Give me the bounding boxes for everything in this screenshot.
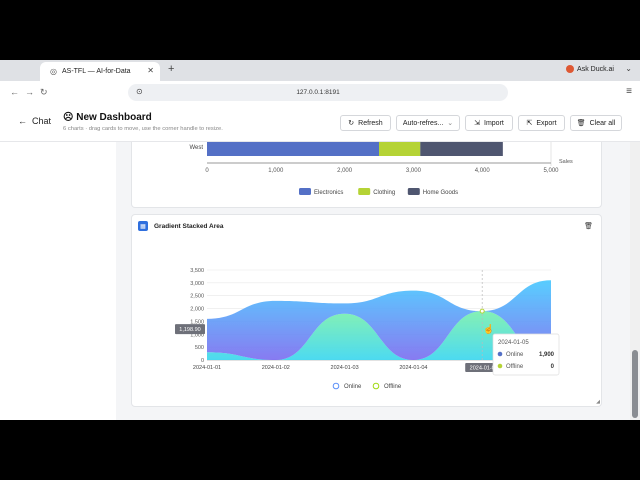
address-bar-row: ← → ↻ ⊙ 127.0.0.1:8191 ≡: [0, 81, 640, 106]
x-tick-label: 4,000: [475, 168, 491, 174]
x-tick-label: 2024-01-04: [399, 365, 427, 371]
refresh-icon: ↻: [348, 120, 355, 127]
tooltip-series-name: Offline: [506, 364, 524, 370]
chevron-down-icon[interactable]: ⌄: [625, 64, 632, 73]
app-header: ← Chat ☹ New Dashboard 6 charts · drag c…: [0, 105, 640, 142]
x-tick-label: 1,000: [268, 168, 284, 174]
legend-symbol: [332, 382, 340, 390]
menu-icon[interactable]: ≡: [626, 86, 632, 97]
refresh-label: Refresh: [358, 119, 383, 127]
x-tick-label: 2024-01-02: [262, 365, 290, 371]
refresh-button[interactable]: ↻ Refresh: [340, 115, 391, 131]
tooltip-series-name: Online: [506, 352, 524, 358]
trash-icon: 🗑: [576, 120, 586, 127]
clear-all-button[interactable]: 🗑 Clear all: [570, 115, 622, 131]
page-title: ☹ New Dashboard: [63, 112, 152, 123]
import-button[interactable]: ⇲ Import: [465, 115, 513, 131]
x-tick-label: 0: [205, 168, 209, 174]
resize-handle-icon[interactable]: ◢: [596, 399, 600, 405]
reload-icon[interactable]: ↻: [40, 87, 48, 98]
forward-arrow-icon[interactable]: →: [25, 87, 34, 97]
browser-window: ◎ AS-TFL — AI-for-Data ✕ + Ask Duck.ai ⌄…: [0, 60, 640, 420]
y-tick-label: 2,000: [190, 307, 204, 313]
clear-all-label: Clear all: [589, 119, 616, 127]
tab-strip: ◎ AS-TFL — AI-for-Data ✕ + Ask Duck.ai ⌄: [0, 60, 640, 81]
back-to-chat-button[interactable]: ← Chat: [18, 116, 51, 126]
chevron-down-icon: ⌄: [447, 120, 454, 127]
legend-label: Clothing: [373, 190, 395, 196]
globe-icon: ◎: [50, 67, 57, 76]
legend-symbol: [372, 382, 380, 390]
legend-label: Electronics: [314, 190, 343, 196]
page-title-text: New Dashboard: [76, 112, 152, 123]
scrollbar-thumb[interactable]: [632, 350, 638, 418]
bar-segment-electronics: [207, 142, 379, 156]
tooltip-title: 2024-01-05: [498, 340, 529, 346]
ask-duck-button[interactable]: Ask Duck.ai: [566, 65, 614, 73]
dashboard-icon: ☹: [63, 112, 74, 123]
site-info-icon[interactable]: ⊙: [136, 87, 143, 96]
x-tick-label: 2024-01-01: [193, 365, 221, 371]
bar-chart: West 0 1,000 2,000 3,000 4,000 5,000Sales Elect…: [189, 142, 573, 196]
hover-point: [479, 308, 485, 314]
ask-duck-label: Ask Duck.ai: [577, 65, 614, 73]
x-tick-label: 5,000: [543, 168, 559, 174]
tooltip-series-value: 1,900: [539, 352, 555, 358]
close-tab-icon[interactable]: ✕: [147, 66, 154, 75]
legend-label: Offline: [384, 384, 402, 390]
export-icon: ⇱: [526, 120, 533, 127]
area-chart: 05001,0001,5002,0002,5003,0003,5002024-0…: [175, 268, 560, 390]
y-tick-label: 500: [195, 345, 204, 351]
x-tick-label: 2024-01-03: [331, 365, 359, 371]
bar-segment-clothing: [379, 142, 421, 156]
export-label: Export: [536, 119, 557, 127]
hand-cursor-icon: ☝: [483, 323, 494, 335]
legend-swatch: [407, 188, 420, 195]
duck-icon: [566, 65, 575, 73]
category-label: West: [189, 145, 203, 151]
new-tab-button[interactable]: +: [168, 63, 174, 75]
url-text: 127.0.0.1:8191: [296, 89, 340, 96]
url-field[interactable]: ⊙ 127.0.0.1:8191: [128, 84, 508, 101]
tooltip-dot: [497, 363, 503, 369]
export-button[interactable]: ⇱ Export: [518, 115, 565, 131]
import-label: Import: [484, 119, 504, 127]
legend-swatch: [299, 188, 311, 195]
auto-refresh-select[interactable]: Auto-refres... ⌄: [396, 115, 460, 131]
arrow-left-icon: ←: [18, 116, 27, 126]
bar-segment-home-goods: [420, 142, 503, 156]
area-chart-card[interactable]: ▦ Gradient Stacked Area 🗑 0 500 1,000 1,500…: [131, 214, 602, 407]
x-tick-label: 2,000: [337, 168, 353, 174]
legend-label: Online: [344, 384, 362, 390]
y-tick-label: 3,500: [190, 268, 204, 274]
page-subtitle: 6 charts · drag cards to move, use the c…: [63, 126, 223, 132]
browser-tab[interactable]: ◎ AS-TFL — AI-for-Data ✕: [40, 62, 160, 81]
import-icon: ⇲: [474, 120, 481, 127]
auto-refresh-label: Auto-refres...: [402, 119, 444, 127]
crosshair-x-label: 2024-01-0: [470, 366, 495, 372]
back-label: Chat: [32, 116, 52, 126]
legend-label: Home Goods: [423, 190, 458, 196]
crosshair-y-label: 1,198.90: [179, 327, 200, 333]
back-arrow-icon[interactable]: ←: [10, 87, 19, 97]
y-tick-label: 3,000: [190, 281, 204, 287]
x-tick-label: 3,000: [406, 168, 422, 174]
bar-chart-card[interactable]: West 0 1,000 2,000 3,000 4,000 5,000 Sales Elect…: [131, 142, 602, 208]
tab-title: AS-TFL — AI-for-Data: [61, 68, 131, 75]
x-axis-label: Sales: [559, 159, 573, 165]
tooltip-dot: [497, 351, 503, 357]
sidebar: [0, 142, 116, 420]
legend-swatch: [358, 188, 371, 195]
y-tick-label: 2,500: [190, 294, 204, 300]
y-tick-label: 0: [201, 358, 204, 364]
